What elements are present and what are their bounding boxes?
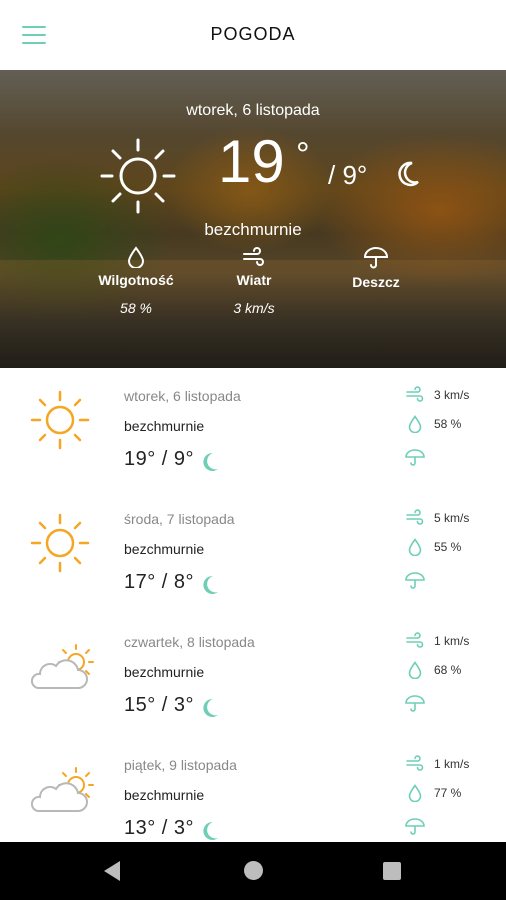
forecast-condition: bezchmurnie	[124, 787, 205, 803]
forecast-condition: bezchmurnie	[124, 664, 205, 680]
home-icon[interactable]	[244, 861, 263, 880]
forecast-temperatures: 17° / 8°	[124, 571, 195, 593]
drop-icon	[127, 246, 145, 268]
forecast-wind: 5 km/s	[434, 511, 470, 525]
moon-icon	[200, 697, 220, 724]
sun-icon	[28, 388, 92, 457]
forecast-row[interactable]: czwartek, 8 listopada bezchmurnie 15° / …	[0, 614, 506, 738]
forecast-humidity: 77 %	[434, 786, 462, 800]
moon-icon	[200, 451, 220, 478]
humidity-value: 58 %	[120, 300, 152, 316]
current-temperature: 19	[218, 128, 285, 195]
forecast-temperatures: 13° / 3°	[124, 817, 195, 839]
cloud-sun-icon	[26, 642, 102, 703]
wind-icon	[243, 247, 264, 266]
forecast-temperatures: 15° / 3°	[124, 694, 195, 716]
page-title: POGODA	[210, 24, 296, 44]
forecast-condition: bezchmurnie	[124, 418, 205, 434]
drop-icon	[408, 784, 422, 807]
forecast-humidity: 55 %	[434, 540, 462, 554]
sun-icon	[28, 511, 92, 580]
forecast-wind: 1 km/s	[434, 634, 470, 648]
forecast-humidity: 68 %	[434, 663, 462, 677]
current-condition: bezchmurnie	[204, 220, 302, 239]
sun-icon	[96, 134, 180, 223]
forecast-temperatures: 19° / 9°	[124, 448, 195, 470]
forecast-list: wtorek, 6 listopada bezchmurnie 19° / 9°…	[0, 368, 506, 842]
wind-icon	[406, 509, 424, 530]
rain-stat: Deszcz	[311, 246, 441, 302]
drop-icon	[408, 538, 422, 561]
wind-icon	[406, 632, 424, 653]
back-icon[interactable]	[104, 861, 120, 881]
wind-value: 3 km/s	[233, 300, 275, 316]
moon-icon	[396, 160, 420, 193]
night-temperature: / 9°	[328, 160, 368, 190]
current-date: wtorek, 6 listopada	[186, 102, 320, 119]
wind-icon	[406, 755, 424, 776]
wind-stat: Wiatr 3 km/s	[189, 246, 319, 316]
umbrella-icon	[405, 448, 425, 473]
wind-label: Wiatr	[236, 272, 272, 288]
moon-icon	[200, 820, 220, 842]
forecast-row[interactable]: wtorek, 6 listopada bezchmurnie 19° / 9°…	[0, 368, 506, 492]
forecast-row[interactable]: środa, 7 listopada bezchmurnie 17° / 8° …	[0, 491, 506, 615]
rain-label: Deszcz	[352, 274, 400, 290]
moon-icon	[200, 574, 220, 601]
drop-icon	[408, 661, 422, 684]
forecast-condition: bezchmurnie	[124, 541, 205, 557]
umbrella-icon	[405, 817, 425, 842]
umbrella-icon	[405, 571, 425, 596]
forecast-date: środa, 7 listopada	[124, 511, 235, 527]
forecast-wind: 3 km/s	[434, 388, 470, 402]
forecast-row[interactable]: piątek, 9 listopada bezchmurnie 13° / 3°…	[0, 737, 506, 842]
recent-apps-icon[interactable]	[383, 862, 401, 880]
umbrella-icon	[363, 247, 389, 269]
degree-symbol: °	[296, 136, 310, 174]
cloud-sun-icon	[26, 765, 102, 826]
umbrella-icon	[405, 694, 425, 719]
forecast-humidity: 58 %	[434, 417, 462, 431]
humidity-label: Wilgotność	[98, 272, 174, 288]
system-navigation-bar	[0, 842, 506, 900]
drop-icon	[408, 415, 422, 438]
forecast-date: wtorek, 6 listopada	[124, 388, 241, 404]
current-weather-panel: wtorek, 6 listopada 19 ° / 9° bezchmurni…	[0, 70, 506, 368]
forecast-wind: 1 km/s	[434, 757, 470, 771]
app-bar: POGODA	[0, 0, 506, 70]
forecast-date: czwartek, 8 listopada	[124, 634, 255, 650]
forecast-date: piątek, 9 listopada	[124, 757, 237, 773]
humidity-stat: Wilgotność 58 %	[71, 246, 201, 316]
wind-icon	[406, 386, 424, 407]
